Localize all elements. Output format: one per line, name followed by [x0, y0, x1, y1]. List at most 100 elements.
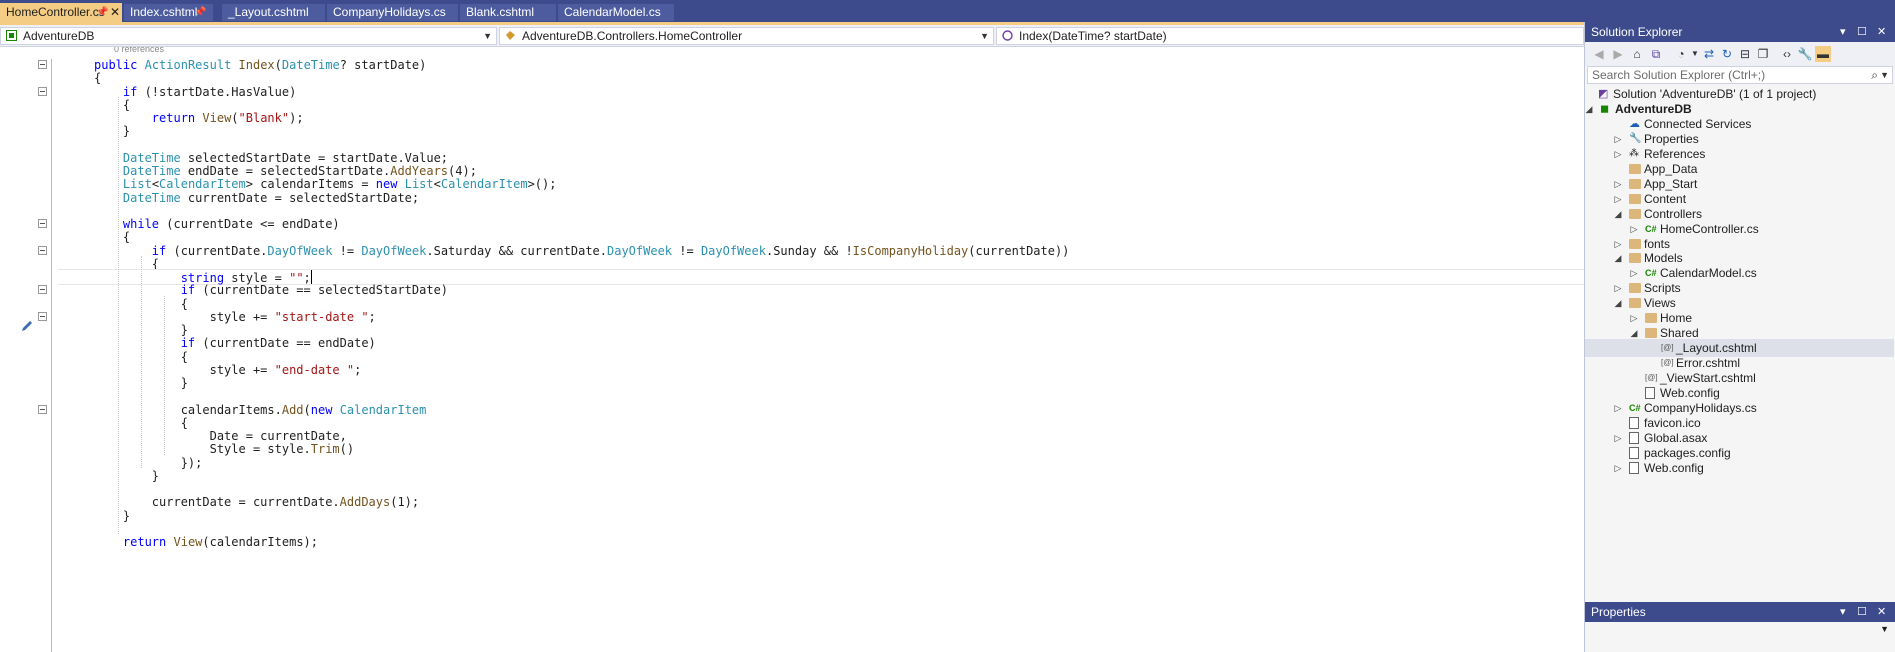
properties-panel: Properties ▾ ☐ ✕ ▼	[1584, 602, 1895, 652]
folder-icon	[1629, 193, 1641, 204]
folder-open-icon	[1629, 253, 1641, 264]
tab-index[interactable]: Index.cshtml 📌	[124, 4, 213, 21]
config-file-icon	[1629, 446, 1639, 459]
code-line[interactable]: DateTime currentDate = selectedStartDate…	[58, 190, 419, 206]
tab-companyholidays[interactable]: CompanyHolidays.cs	[327, 4, 458, 21]
member-dropdown[interactable]: Index(DateTime? startDate)	[996, 27, 1584, 45]
close-icon[interactable]: ✕	[110, 3, 120, 22]
solution-explorer-panel: Solution Explorer ▾ ☐ ✕ ◀ ▶ ⌂ ⧉ ◔ ▼ ⇄ ↻ …	[1584, 22, 1895, 602]
search-icon[interactable]: ⌕	[1871, 67, 1878, 83]
maximize-icon[interactable]: ☐	[1857, 602, 1867, 622]
tab-label: Blank.cshtml	[466, 5, 535, 19]
folder-icon	[1645, 313, 1657, 324]
references-codelens[interactable]: 0 references	[114, 47, 164, 54]
properties-wrench-icon[interactable]: 🔧	[1797, 46, 1813, 62]
properties-title-bar: Properties ▾ ☐ ✕	[1585, 602, 1895, 622]
code-line[interactable]: if (currentDate.DayOfWeek != DayOfWeek.S…	[58, 243, 1070, 259]
solution-icon: ◩	[1598, 88, 1609, 100]
class-icon	[506, 31, 515, 40]
tab-label: HomeController.cs	[6, 5, 105, 19]
preview-selected-items-icon[interactable]: ▬	[1815, 46, 1831, 62]
view-code-icon[interactable]: ‹›	[1779, 46, 1795, 62]
tab-calendarmodel[interactable]: CalendarModel.cs	[558, 4, 674, 21]
wrench-icon: 🔧	[1629, 132, 1642, 144]
code-line[interactable]: return View(calendarItems);	[58, 534, 318, 550]
search-placeholder: Search Solution Explorer (Ctrl+;)	[1592, 68, 1766, 82]
tree-item[interactable]: ▷ Web.config	[1585, 459, 1894, 477]
method-icon	[1002, 30, 1013, 41]
pin-icon[interactable]: 📌	[194, 4, 206, 21]
collapse-toggle-icon[interactable]	[38, 404, 47, 414]
folder-open-icon	[1645, 328, 1657, 339]
folder-icon	[1629, 283, 1641, 294]
razor-file-icon: [@]	[1661, 343, 1674, 353]
config-file-icon	[1629, 461, 1639, 474]
folder-open-icon	[1629, 298, 1641, 309]
folder-icon	[1629, 238, 1641, 249]
solution-explorer-toolbar: ◀ ▶ ⌂ ⧉ ◔ ▼ ⇄ ↻ ⊟ ❐ ‹› 🔧 ▬	[1585, 42, 1895, 66]
config-file-icon	[1645, 387, 1655, 399]
text-caret	[310, 270, 312, 284]
folder-icon	[1629, 163, 1641, 174]
asax-file-icon	[1629, 431, 1639, 444]
indent-guide	[164, 295, 165, 455]
collapse-toggle-icon[interactable]	[38, 86, 47, 96]
razor-file-icon: [@]	[1645, 373, 1658, 383]
project-icon: ◼	[1600, 102, 1610, 115]
tab-layout[interactable]: _Layout.cshtml	[222, 4, 325, 21]
code-editor[interactable]: 0 references public ActionResult Index(Da…	[0, 47, 1584, 652]
close-icon[interactable]: ✕	[1877, 602, 1886, 622]
document-tab-strip: HomeController.cs 📌 ✕ Index.cshtml 📌 _La…	[0, 0, 1895, 22]
csharp-file-icon: C#	[1645, 268, 1657, 279]
razor-file-icon: [@]	[1661, 358, 1674, 368]
pencil-icon[interactable]	[20, 319, 34, 333]
collapse-all-icon[interactable]: ⊟	[1737, 46, 1753, 62]
collapse-toggle-icon[interactable]	[38, 60, 47, 69]
class-scope-dropdown-value: AdventureDB.Controllers.HomeController	[522, 29, 743, 43]
member-dropdown-value: Index(DateTime? startDate)	[1019, 29, 1167, 43]
switch-views-icon[interactable]: ⧉	[1648, 46, 1664, 62]
editor-navigation-bar: AdventureDB ▼ AdventureDB.Controllers.Ho…	[0, 25, 1584, 47]
close-icon[interactable]: ✕	[1877, 22, 1886, 42]
refresh-icon[interactable]: ↻	[1719, 46, 1735, 62]
project-dropdown[interactable]: AdventureDB ▼	[0, 27, 497, 45]
class-scope-dropdown[interactable]: AdventureDB.Controllers.HomeController ▼	[499, 27, 994, 45]
dropdown-arrow-icon[interactable]: ▾	[1840, 22, 1846, 42]
show-all-files-icon[interactable]: ❐	[1755, 46, 1771, 62]
tree-item-label: Web.config	[1644, 460, 1704, 475]
tab-label: _Layout.cshtml	[228, 5, 309, 19]
tab-label: CalendarModel.cs	[564, 5, 661, 19]
pin-icon[interactable]: 📌	[96, 3, 108, 22]
editor-gutter	[0, 47, 48, 652]
solution-explorer-title: Solution Explorer	[1591, 25, 1683, 39]
home-icon[interactable]: ⌂	[1629, 46, 1645, 62]
collapse-toggle-icon[interactable]	[38, 311, 47, 321]
tab-label: CompanyHolidays.cs	[333, 5, 446, 19]
connected-services-icon: ☁	[1629, 117, 1640, 130]
dropdown-arrow-icon[interactable]: ▾	[1840, 602, 1846, 622]
collapse-toggle-icon[interactable]	[38, 219, 47, 228]
properties-title: Properties	[1591, 605, 1646, 619]
indent-guide	[141, 255, 142, 468]
chevron-down-icon: ▼	[483, 31, 492, 41]
solution-explorer-title-bar: Solution Explorer ▾ ☐ ✕	[1585, 22, 1895, 42]
forward-icon[interactable]: ▶	[1610, 46, 1626, 62]
folder-open-icon	[1629, 208, 1641, 219]
image-file-icon	[1629, 416, 1639, 429]
solution-tree: ◩ Solution 'AdventureDB' (1 of 1 project)…	[1585, 86, 1894, 586]
chevron-down-icon: ▼	[980, 31, 989, 41]
chevron-down-icon[interactable]: ▼	[1880, 624, 1889, 634]
chevron-down-icon[interactable]: ▼	[1880, 67, 1889, 83]
maximize-icon[interactable]: ☐	[1857, 22, 1867, 42]
collapse-toggle-icon[interactable]	[38, 245, 47, 255]
tab-blank[interactable]: Blank.cshtml	[460, 4, 556, 21]
expand-arrow-icon[interactable]: ▷	[1613, 459, 1623, 477]
tab-homecontroller[interactable]: HomeController.cs 📌 ✕	[0, 3, 122, 22]
collapse-toggle-icon[interactable]	[38, 285, 47, 295]
sync-icon[interactable]: ⇄	[1701, 46, 1717, 62]
code-line[interactable]: public ActionResult Index(DateTime? star…	[58, 57, 426, 73]
solution-explorer-search-input[interactable]: Search Solution Explorer (Ctrl+;) ⌕ ▼	[1587, 66, 1893, 84]
back-icon[interactable]: ◀	[1591, 46, 1607, 62]
references-icon: ⁂	[1629, 147, 1639, 159]
indent-guide	[118, 96, 119, 534]
